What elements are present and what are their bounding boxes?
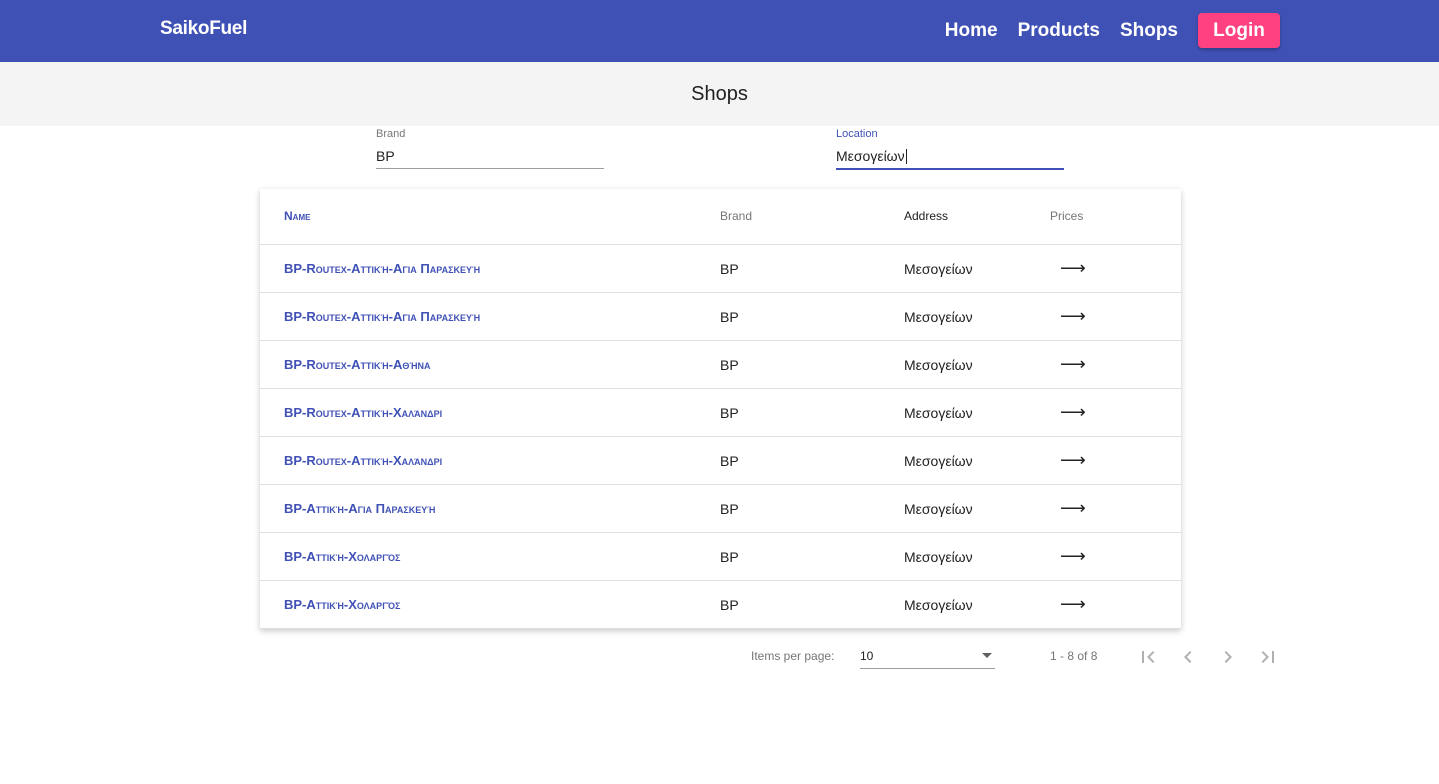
column-header-address[interactable]: Address bbox=[904, 209, 948, 223]
table-row: BP-Routex-Αττική-Χαλάνδρι BP Μεσογείων ⟶ bbox=[260, 389, 1181, 437]
shop-address-cell: Μεσογείων bbox=[904, 309, 973, 325]
shop-brand-cell: BP bbox=[720, 501, 739, 517]
text-caret bbox=[905, 148, 907, 164]
nav-shops-link[interactable]: Shops bbox=[1120, 20, 1178, 42]
shop-brand-cell: BP bbox=[720, 405, 739, 421]
brand-filter-underline bbox=[376, 168, 604, 169]
shop-brand-cell: BP bbox=[720, 309, 739, 325]
prices-arrow-icon[interactable]: ⟶ bbox=[1060, 306, 1086, 327]
paginator: Items per page: 10 1 - 8 of 8 bbox=[0, 629, 1439, 685]
nav-home-link[interactable]: Home bbox=[945, 20, 998, 42]
dropdown-arrow-icon bbox=[982, 653, 992, 658]
shop-brand-cell: BP bbox=[720, 453, 739, 469]
shop-brand-cell: BP bbox=[720, 597, 739, 613]
last-page-button[interactable] bbox=[1256, 645, 1280, 669]
shop-address-cell: Μεσογείων bbox=[904, 357, 973, 373]
first-page-button[interactable] bbox=[1136, 645, 1160, 669]
shop-name-link[interactable]: BP-Routex-Αττική-Χαλάνδρι bbox=[284, 405, 442, 420]
page-header: Shops bbox=[0, 62, 1439, 126]
table-row: BP-Routex-Αττική-Χαλάνδρι BP Μεσογείων ⟶ bbox=[260, 437, 1181, 485]
prices-arrow-icon[interactable]: ⟶ bbox=[1060, 258, 1086, 279]
location-filter-field: Location Μεσογείων bbox=[836, 128, 1064, 170]
location-filter-label: Location bbox=[836, 128, 878, 140]
column-header-name[interactable]: Name bbox=[284, 209, 310, 223]
next-page-button[interactable] bbox=[1216, 645, 1240, 669]
location-filter-underline bbox=[836, 168, 1064, 170]
brand-filter-field: Brand bbox=[376, 128, 604, 169]
table-body: BP-Routex-Αττική-Αγια Παρασκευή BP Μεσογεί… bbox=[260, 245, 1181, 629]
prices-arrow-icon[interactable]: ⟶ bbox=[1060, 354, 1086, 375]
next-page-icon bbox=[1224, 651, 1232, 663]
first-page-icon bbox=[1142, 651, 1155, 663]
shop-address-cell: Μεσογείων bbox=[904, 549, 973, 565]
shop-address-cell: Μεσογείων bbox=[904, 453, 973, 469]
previous-page-button[interactable] bbox=[1176, 645, 1200, 669]
brand-filter-input[interactable] bbox=[376, 146, 604, 166]
shop-name-link[interactable]: BP-Αττική-Χολαργός bbox=[284, 549, 400, 564]
shops-table: Name Brand Address Prices BP-Routex-Αττι… bbox=[260, 189, 1181, 629]
table-row: BP-Routex-Αττική-Αθήνα BP Μεσογείων ⟶ bbox=[260, 341, 1181, 389]
shop-address-cell: Μεσογείων bbox=[904, 597, 973, 613]
column-header-brand[interactable]: Brand bbox=[720, 209, 752, 223]
table-header-row: Name Brand Address Prices bbox=[260, 189, 1181, 245]
location-filter-input[interactable]: Μεσογείων bbox=[836, 146, 1064, 166]
app-logo[interactable]: SaikoFuel bbox=[160, 18, 247, 40]
login-button[interactable]: Login bbox=[1198, 13, 1280, 48]
table-row: BP-Αττική-Χολαργός BP Μεσογείων ⟶ bbox=[260, 533, 1181, 581]
table-row: BP-Routex-Αττική-Αγια Παρασκευή BP Μεσογεί… bbox=[260, 293, 1181, 341]
page-size-select[interactable]: 10 bbox=[860, 647, 995, 669]
shop-brand-cell: BP bbox=[720, 261, 739, 277]
nav-products-link[interactable]: Products bbox=[1018, 20, 1100, 42]
range-label: 1 - 8 of 8 bbox=[1050, 649, 1098, 663]
prices-arrow-icon[interactable]: ⟶ bbox=[1060, 546, 1086, 567]
items-per-page-label: Items per page: bbox=[751, 649, 835, 663]
shop-name-link[interactable]: BP-Αττική-Αγια Παρασκευή bbox=[284, 501, 435, 516]
brand-filter-label: Brand bbox=[376, 128, 406, 140]
shop-name-link[interactable]: BP-Αττική-Χολαργός bbox=[284, 597, 400, 612]
previous-page-icon bbox=[1184, 651, 1192, 663]
shop-address-cell: Μεσογείων bbox=[904, 261, 973, 277]
location-filter-value: Μεσογείων bbox=[836, 148, 905, 164]
shop-name-link[interactable]: BP-Routex-Αττική-Αθήνα bbox=[284, 357, 431, 372]
table-row: BP-Αττική-Αγια Παρασκευή BP Μεσογείων ⟶ bbox=[260, 485, 1181, 533]
shop-name-link[interactable]: BP-Routex-Αττική-Αγια Παρασκευή bbox=[284, 261, 480, 276]
prices-arrow-icon[interactable]: ⟶ bbox=[1060, 450, 1086, 471]
prices-arrow-icon[interactable]: ⟶ bbox=[1060, 498, 1086, 519]
last-page-icon bbox=[1261, 651, 1274, 663]
table-row: BP-Αττική-Χολαργός BP Μεσογείων ⟶ bbox=[260, 581, 1181, 629]
shop-name-link[interactable]: BP-Routex-Αττική-Χαλάνδρι bbox=[284, 453, 442, 468]
shop-brand-cell: BP bbox=[720, 357, 739, 373]
shop-address-cell: Μεσογείων bbox=[904, 501, 973, 517]
column-header-prices: Prices bbox=[1050, 209, 1084, 223]
table-row: BP-Routex-Αττική-Αγια Παρασκευή BP Μεσογεί… bbox=[260, 245, 1181, 293]
page-title: Shops bbox=[691, 82, 748, 105]
page-size-value: 10 bbox=[860, 649, 874, 663]
main-nav: Home Products Shops Login bbox=[945, 13, 1280, 48]
shop-brand-cell: BP bbox=[720, 549, 739, 565]
prices-arrow-icon[interactable]: ⟶ bbox=[1060, 402, 1086, 423]
top-toolbar: SaikoFuel Home Products Shops Login bbox=[0, 0, 1439, 62]
shop-address-cell: Μεσογείων bbox=[904, 405, 973, 421]
shop-name-link[interactable]: BP-Routex-Αττική-Αγια Παρασκευή bbox=[284, 309, 480, 324]
prices-arrow-icon[interactable]: ⟶ bbox=[1060, 594, 1086, 615]
